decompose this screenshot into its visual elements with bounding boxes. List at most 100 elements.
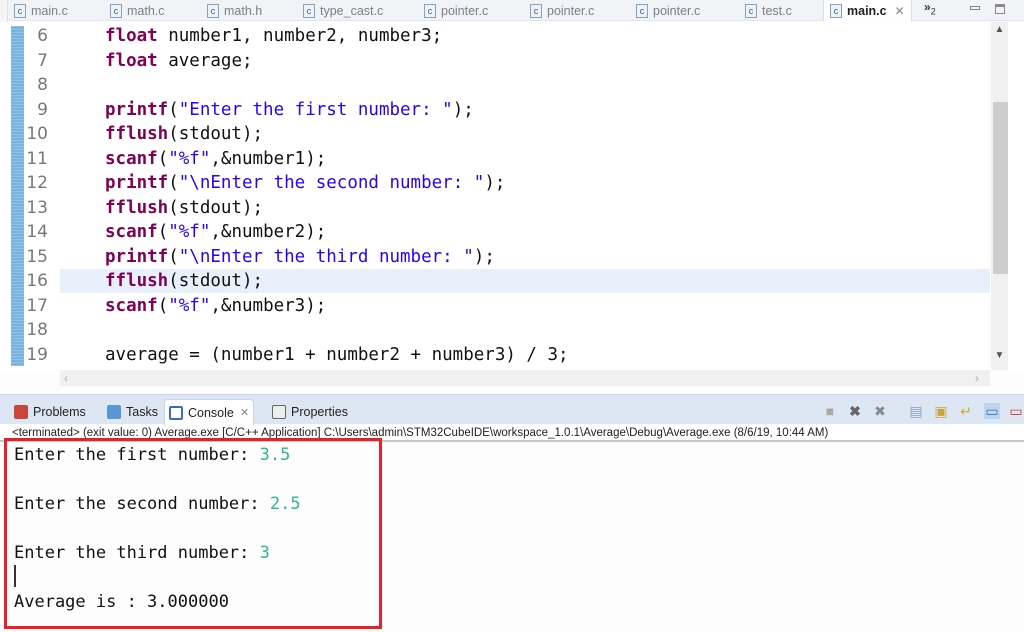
- editor-tab-test-c[interactable]: c test.c: [745, 0, 792, 21]
- c-file-icon: c: [636, 3, 648, 18]
- code-text: fflush(stdout);: [105, 271, 264, 291]
- show-console-on-output-icon[interactable]: ▭: [984, 403, 1000, 419]
- keyword: printf: [105, 99, 169, 120]
- remove-all-terminated-icon[interactable]: ✖: [872, 403, 888, 419]
- line-number: 19: [26, 344, 48, 365]
- scroll-right-icon[interactable]: ›: [975, 370, 979, 386]
- keyword: printf: [105, 173, 169, 193]
- code-line[interactable]: 16 fflush(stdout);: [26, 269, 990, 293]
- close-tab-icon[interactable]: ✕: [895, 4, 905, 18]
- code-text: scanf("%f",&number3);: [105, 295, 327, 316]
- code-line[interactable]: 8: [0, 73, 990, 97]
- code-line[interactable]: 15 printf("\nEnter the third number: ");: [0, 245, 990, 269]
- line-number: 12: [26, 173, 48, 193]
- keyword: float: [105, 50, 158, 71]
- code-line[interactable]: 18: [0, 318, 990, 342]
- code-text: printf("\nEnter the third number: ");: [105, 246, 495, 267]
- string-literal: "\nEnter the second number: ": [178, 173, 485, 193]
- c-file-icon: c: [830, 3, 842, 18]
- code-editor[interactable]: 6 float number1, number2, number3; 7 float …: [0, 22, 1024, 370]
- keyword: fflush: [105, 197, 169, 218]
- line-number: 7: [37, 50, 48, 71]
- clear-console-icon[interactable]: ▤: [908, 403, 924, 419]
- minimize-icon[interactable]: [970, 6, 980, 10]
- remove-launch-icon[interactable]: ✖: [847, 403, 863, 419]
- line-number: 8: [37, 75, 48, 95]
- c-file-icon: c: [14, 3, 26, 18]
- editor-tab-pointer-c[interactable]: c pointer.c: [424, 0, 488, 21]
- editor-tab-pointer-c-3[interactable]: c pointer.c: [636, 0, 700, 21]
- code-line[interactable]: 10 fflush(stdout);: [0, 122, 990, 146]
- line-number: 10: [26, 124, 48, 144]
- code-line[interactable]: 19 average = (number1 + number2 + number3…: [0, 343, 990, 367]
- tab-tasks[interactable]: Tasks: [103, 399, 162, 425]
- scroll-up-icon[interactable]: ▲: [991, 24, 1008, 35]
- code-text: printf("\nEnter the second number: ");: [105, 173, 506, 193]
- code-line[interactable]: 11 scanf("%f",&number1);: [0, 147, 990, 171]
- tab-problems[interactable]: Problems: [10, 399, 90, 425]
- terminate-icon[interactable]: ■: [822, 403, 838, 419]
- keyword: printf: [105, 246, 169, 267]
- scroll-thumb[interactable]: [993, 102, 1008, 274]
- editor-tab-bar: c main.c c math.c c math.h c type_cast.c c po…: [0, 0, 1024, 21]
- code-line[interactable]: 12 printf("\nEnter the second number: ");: [0, 171, 990, 195]
- keyword: float: [105, 26, 158, 46]
- c-file-icon: c: [530, 3, 542, 18]
- line-number: 6: [37, 26, 48, 46]
- show-console-on-error-icon[interactable]: ▭: [1008, 403, 1024, 419]
- tab-properties[interactable]: Properties: [268, 399, 352, 425]
- maximize-icon[interactable]: [995, 4, 1005, 14]
- string-literal: "%f": [168, 148, 211, 169]
- properties-icon: [272, 405, 286, 419]
- keyword: scanf: [105, 148, 158, 169]
- tab-overflow-button[interactable]: »2: [924, 0, 936, 16]
- string-literal: "%f": [168, 295, 211, 316]
- scroll-left-icon[interactable]: ‹: [64, 370, 68, 386]
- code-line[interactable]: 6 float number1, number2, number3;: [0, 24, 990, 48]
- editor-tab-main-c[interactable]: c main.c: [14, 0, 68, 21]
- code-text: scanf("%f",&number1);: [105, 148, 327, 169]
- editor-tab-pointer-c-2[interactable]: c pointer.c: [530, 0, 594, 21]
- code-text: fflush(stdout);: [105, 124, 264, 144]
- editor-tab-type-cast-c[interactable]: c type_cast.c: [303, 0, 383, 21]
- keyword: scanf: [105, 295, 158, 316]
- code-line[interactable]: 14 scanf("%f",&number2);: [0, 220, 990, 244]
- editor-tab-math-c[interactable]: c math.c: [110, 0, 165, 21]
- tab-console[interactable]: Console ✕: [164, 399, 255, 425]
- word-wrap-icon[interactable]: ↵: [958, 403, 974, 419]
- code-text: average = (number1 + number2 + number3) …: [105, 344, 569, 365]
- editor-tab-math-h[interactable]: c math.h: [207, 0, 262, 21]
- code-line[interactable]: 17 scanf("%f",&number3);: [0, 294, 990, 318]
- c-file-icon: c: [303, 3, 315, 18]
- horizontal-scrollbar[interactable]: ‹ ›: [60, 370, 990, 386]
- line-number: 11: [26, 148, 48, 169]
- code-text: scanf("%f",&number2);: [105, 222, 327, 242]
- code-line[interactable]: 7 float average;: [0, 49, 990, 73]
- code-text: printf("Enter the first number: ");: [105, 99, 474, 120]
- line-number: 9: [37, 99, 48, 120]
- line-number: 14: [26, 222, 48, 242]
- string-literal: "Enter the first number: ": [178, 99, 453, 120]
- vertical-scrollbar[interactable]: ▲ ▼: [991, 22, 1008, 370]
- line-number: 13: [26, 197, 48, 218]
- keyword: scanf: [105, 222, 158, 242]
- keyword: fflush: [105, 271, 169, 291]
- code-text: float average;: [105, 50, 253, 71]
- bottom-view-bar: Problems Tasks Console ✕ Properties ■ ✖ ✖…: [0, 394, 1024, 425]
- keyword: fflush: [105, 124, 169, 144]
- string-literal: "\nEnter the third number: ": [178, 246, 474, 267]
- problems-icon: [14, 405, 28, 419]
- editor-tab-main-c-active[interactable]: c main.c ✕: [823, 0, 912, 21]
- c-file-icon: c: [745, 3, 757, 18]
- c-file-icon: c: [424, 3, 436, 18]
- h-file-icon: c: [207, 3, 219, 18]
- code-text: float number1, number2, number3;: [105, 26, 443, 46]
- code-line[interactable]: 9 printf("Enter the first number: ");: [0, 98, 990, 122]
- code-line[interactable]: 13 fflush(stdout);: [0, 196, 990, 220]
- tasks-icon: [107, 405, 121, 419]
- scroll-down-icon[interactable]: ▼: [991, 350, 1008, 361]
- line-number: 18: [26, 320, 48, 340]
- close-console-icon[interactable]: ✕: [240, 406, 249, 419]
- string-literal: "%f": [168, 222, 211, 242]
- scroll-lock-icon[interactable]: ▣: [933, 403, 949, 419]
